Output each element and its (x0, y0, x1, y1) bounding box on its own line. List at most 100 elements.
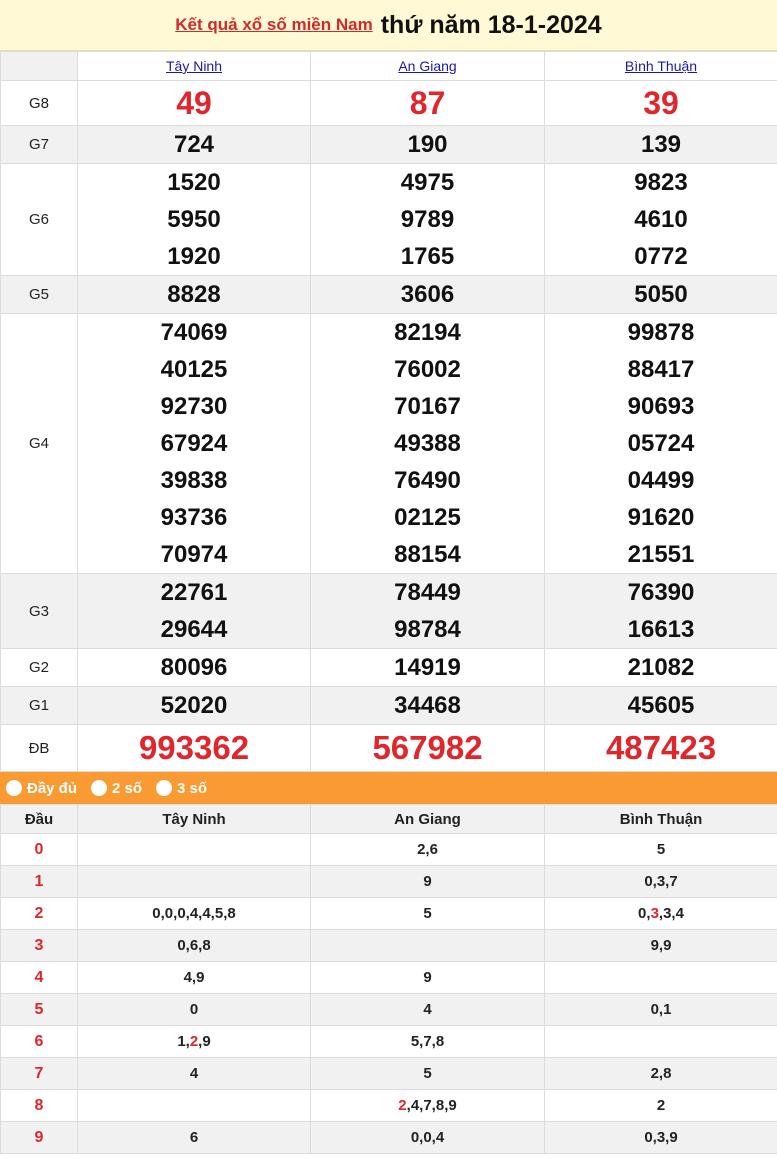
prize-number: 724 (173, 131, 215, 158)
prize-number: 22761 (160, 579, 228, 606)
option-2-digits[interactable]: 2 số (91, 780, 142, 797)
option-3-digits[interactable]: 3 số (156, 780, 207, 797)
tail-digits: 0,3,9 (544, 1121, 777, 1154)
tail-digit: 4 (675, 905, 684, 922)
tail-digits: 0,3,3,4 (544, 897, 777, 930)
tail-digits: 4 (310, 993, 545, 1026)
tail-digits: 5 (544, 833, 777, 866)
prize-number: 190 (407, 131, 448, 158)
head-digit-row: 7 4 5 2,8 (0, 1057, 777, 1090)
prize-cell: 4975 9789 1765 (310, 163, 545, 276)
tail-digit: 9 (202, 1033, 211, 1050)
prize-row: G5 8828 3606 5050 (0, 275, 777, 314)
dau-province-tay-ninh: Tây Ninh (77, 804, 311, 834)
prize-number: 0772 (634, 243, 688, 270)
head-column-header: Đầu (0, 804, 78, 834)
tail-digits: 0 (77, 993, 311, 1026)
prize-cell: 52020 (77, 686, 311, 725)
prize-number: 45605 (627, 692, 695, 719)
tail-digits: 1,2,9 (77, 1025, 311, 1058)
province-binh-thuan[interactable]: Bình Thuận (544, 51, 777, 81)
prize-number: 04499 (627, 467, 695, 494)
province-tay-ninh[interactable]: Tây Ninh (77, 51, 311, 81)
prize-cell: 99878 88417 90693 05724 04499 91620 21551 (544, 313, 777, 574)
prize-cell: 567982 (310, 724, 545, 772)
prize-cell: 82194 76002 70167 49388 76490 02125 88154 (310, 313, 545, 574)
prize-label: G7 (0, 125, 78, 164)
prize-cell: 39 (544, 80, 777, 126)
tail-digits: 4,9 (77, 961, 311, 994)
tail-digit: 8 (435, 1097, 445, 1114)
prize-number: 9823 (634, 169, 688, 196)
radio-icon[interactable] (6, 780, 22, 796)
head-digit-row: 8 2,4,7,8,9 2 (0, 1089, 777, 1122)
prize-cell: 49 (77, 80, 311, 126)
tail-digits: 5 (310, 897, 545, 930)
option-full[interactable]: Đầy đủ (6, 780, 77, 797)
head-digit-row: 0 2,6 5 (0, 833, 777, 866)
province-an-giang[interactable]: An Giang (310, 51, 545, 81)
head-digit: 3 (0, 929, 78, 962)
tail-digits: 2,8 (544, 1057, 777, 1090)
prize-number: 487423 (605, 729, 717, 766)
head-digit-row: 5 0 4 0,1 (0, 993, 777, 1026)
tail-digits: 5,7,8 (310, 1025, 545, 1058)
page-header: Kết quả xổ số miền Nam thứ năm 18-1-2024 (0, 0, 777, 51)
tail-digits: 9,9 (544, 929, 777, 962)
prize-number: 16613 (627, 616, 695, 643)
prize-label: G5 (0, 275, 78, 314)
head-digit-row: 1 9 0,3,7 (0, 865, 777, 898)
head-digit: 1 (0, 865, 78, 898)
prize-number: 4610 (634, 206, 688, 233)
prize-number: 78449 (394, 579, 461, 606)
prize-row: G8 49 87 39 (0, 80, 777, 126)
prize-cell: 139 (544, 125, 777, 164)
tail-digits (77, 1089, 311, 1122)
prize-number: 70974 (160, 541, 228, 568)
prize-cell: 21082 (544, 648, 777, 687)
prize-number: 99878 (627, 319, 695, 346)
prize-cell: 80096 (77, 648, 311, 687)
prize-cell: 487423 (544, 724, 777, 772)
prize-label: G6 (0, 163, 78, 276)
tail-digit: 1 (177, 1033, 186, 1050)
tail-digit: 0 (638, 905, 647, 922)
tail-digits: 2 (544, 1089, 777, 1122)
tail-digit: 3 (650, 905, 659, 922)
tail-digits: 0,6,8 (77, 929, 311, 962)
prize-number: 39 (643, 85, 679, 121)
prize-cell: 1520 5950 1920 (77, 163, 311, 276)
tail-digits: 0,0,4 (310, 1121, 545, 1154)
prize-cell: 78449 98784 (310, 573, 545, 649)
prize-cell: 993362 (77, 724, 311, 772)
display-options-bar: Đầy đủ 2 số 3 số (0, 772, 777, 804)
dau-province-an-giang: An Giang (310, 804, 545, 834)
prize-row: G7 724 190 139 (0, 125, 777, 164)
head-digit: 5 (0, 993, 78, 1026)
head-digit-row: 4 4,9 9 (0, 961, 777, 994)
radio-icon[interactable] (156, 780, 173, 796)
prize-number: 74069 (160, 319, 228, 346)
prize-number: 4975 (400, 169, 455, 196)
prize-cell: 14919 (310, 648, 545, 687)
prize-cell: 724 (77, 125, 311, 164)
prize-number: 91620 (627, 504, 695, 531)
prize-number: 1920 (167, 243, 221, 270)
radio-icon[interactable] (91, 780, 108, 796)
head-digit-row: 9 6 0,0,4 0,3,9 (0, 1121, 777, 1154)
prize-number: 34468 (394, 692, 461, 719)
tail-digit: 9 (448, 1097, 457, 1114)
tail-digits: 2,4,7,8,9 (310, 1089, 545, 1122)
prize-cell: 8828 (77, 275, 311, 314)
prize-cell: 87 (310, 80, 545, 126)
prize-number: 76002 (394, 356, 461, 383)
tail-digits (77, 865, 311, 898)
prize-number: 70167 (394, 393, 461, 420)
prize-number: 5050 (634, 281, 688, 308)
tail-digits (77, 833, 311, 866)
head-digit: 9 (0, 1121, 78, 1154)
tail-digits: 6 (77, 1121, 311, 1154)
tail-digits: 4 (77, 1057, 311, 1090)
head-digit: 7 (0, 1057, 78, 1090)
results-link[interactable]: Kết quả xổ số miền Nam (175, 15, 372, 35)
